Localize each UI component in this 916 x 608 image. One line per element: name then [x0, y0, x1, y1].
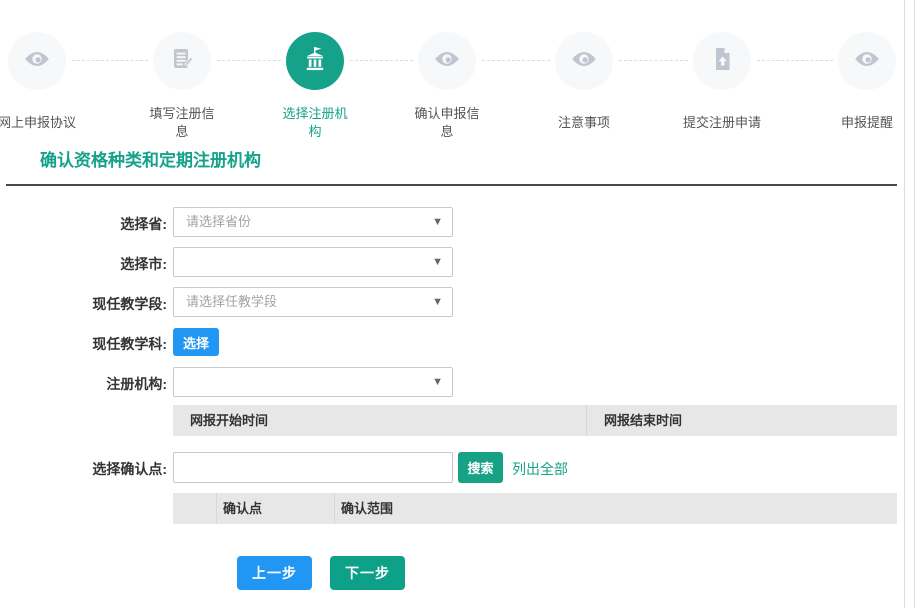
registration-org-select[interactable]: ▼ — [173, 367, 453, 397]
step-connector — [619, 60, 688, 61]
step-label-submit: 提交注册申请 — [674, 104, 770, 142]
province-select-value: 请选择省份 — [186, 208, 251, 236]
chevron-down-icon: ▼ — [432, 216, 443, 228]
eye-icon — [22, 44, 52, 79]
province-label: 选择省: — [0, 214, 167, 234]
step-circle-submit — [693, 32, 751, 90]
step-label-fill-info: 填写注册信息 — [134, 104, 230, 142]
teaching-subject-label: 现任教学科: — [0, 334, 167, 354]
confirm-table-header: 确认点 确认范围 — [173, 493, 897, 524]
chevron-down-icon: ▼ — [432, 256, 443, 268]
report-end-time-header: 网报结束时间 — [587, 405, 897, 436]
step-connector — [757, 60, 833, 61]
bank-icon — [299, 43, 331, 80]
eye-icon — [852, 44, 882, 79]
search-button[interactable]: 搜索 — [458, 452, 503, 483]
step-label-notes: 注意事项 — [536, 104, 632, 142]
title-divider — [6, 184, 897, 186]
report-time-table-header: 网报开始时间 网报结束时间 — [173, 405, 897, 436]
eye-icon — [432, 44, 462, 79]
province-select[interactable]: 请选择省份 ▼ — [173, 207, 453, 237]
scrollbar-track[interactable] — [904, 0, 915, 608]
chevron-down-icon: ▼ — [432, 296, 443, 308]
step-label-online-agreement: 网上申报协议 — [0, 104, 85, 142]
step-circle-notes — [555, 32, 613, 90]
file-upload-icon — [708, 45, 736, 78]
step-label-confirm-info: 确认申报信息 — [399, 104, 495, 142]
step-label-reminder: 申报提醒 — [819, 104, 915, 142]
confirm-point-input[interactable] — [173, 452, 453, 483]
eye-icon — [569, 44, 599, 79]
list-all-link[interactable]: 列出全部 — [512, 459, 568, 479]
confirm-range-header: 确认范围 — [335, 493, 897, 524]
step-connector — [482, 60, 550, 61]
choose-subject-button[interactable]: 选择 — [173, 328, 219, 356]
city-label: 选择市: — [0, 254, 167, 274]
chevron-down-icon: ▼ — [432, 376, 443, 388]
registration-org-label: 注册机构: — [0, 374, 167, 394]
step-circle-fill-info — [153, 32, 211, 90]
report-start-time-header: 网报开始时间 — [173, 405, 587, 436]
confirm-checkbox-header — [173, 493, 217, 524]
step-label-select-org: 选择注册机构 — [267, 104, 363, 142]
step-circle-online-agreement — [8, 32, 66, 90]
document-edit-icon — [167, 44, 197, 79]
step-circle-reminder — [838, 32, 896, 90]
prev-step-button[interactable]: 上一步 — [237, 556, 312, 590]
page-title: 确认资格种类和定期注册机构 — [40, 146, 261, 171]
teaching-stage-select-value: 请选择任教学段 — [186, 288, 277, 316]
teaching-stage-label: 现任教学段: — [0, 294, 167, 314]
confirm-point-label: 选择确认点: — [0, 459, 167, 479]
step-connector — [72, 60, 148, 61]
step-connector — [350, 60, 413, 61]
step-connector — [217, 60, 281, 61]
confirm-point-header: 确认点 — [217, 493, 335, 524]
step-circle-confirm-info — [418, 32, 476, 90]
next-step-button[interactable]: 下一步 — [330, 556, 405, 590]
registration-wizard-page: 网上申报协议 填写注册信息 选择注册机构 确认申报信息 注意事项 提交注册申请 … — [0, 0, 916, 608]
city-select[interactable]: ▼ — [173, 247, 453, 277]
step-circle-select-org — [286, 32, 344, 90]
teaching-stage-select[interactable]: 请选择任教学段 ▼ — [173, 287, 453, 317]
